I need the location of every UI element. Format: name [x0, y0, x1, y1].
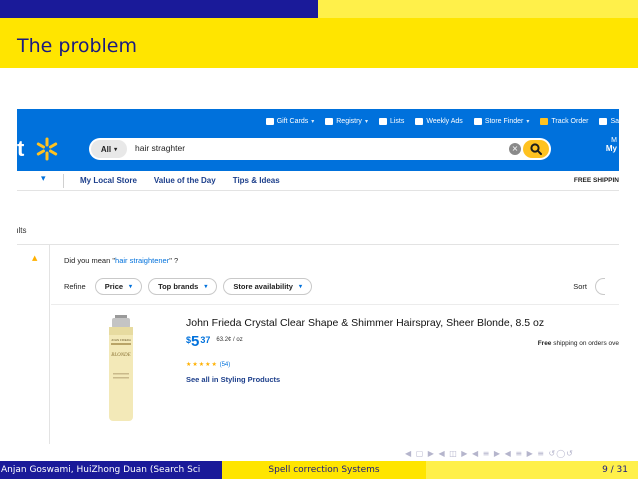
walmart-spark-icon[interactable]: [34, 136, 60, 162]
collapse-chevron-icon[interactable]: ▲: [32, 254, 37, 262]
search-bar: All ▾ hair straghter ×: [89, 138, 551, 160]
store-finder-link[interactable]: Store Finder ▾: [473, 117, 529, 125]
department-dropdown[interactable]: All ▾: [91, 140, 127, 158]
registry-icon: [325, 117, 334, 125]
product-divider: [51, 304, 619, 305]
product-title[interactable]: John Frieda Crystal Clear Shape & Shimme…: [186, 317, 544, 329]
chevron-down-icon: ▾: [204, 284, 208, 290]
nav-my-local-store[interactable]: My Local Store: [80, 176, 137, 185]
weekly-ads-link[interactable]: Weekly Ads: [415, 117, 463, 125]
top-brands-filter[interactable]: Top brands ▾: [148, 278, 218, 295]
store-availability-filter[interactable]: Store availability ▾: [223, 278, 312, 295]
sort-label: Sort: [573, 282, 587, 291]
sort-dropdown[interactable]: [595, 278, 605, 295]
list-icon: [378, 117, 387, 125]
see-all-link[interactable]: See all in Styling Products: [186, 375, 280, 384]
product-price: $ 5 37 63.2¢ / oz: [186, 333, 243, 350]
footer-page-number: 9 / 31: [426, 461, 638, 479]
slide-footer: Anjan Goswami, HuiZhong Duan (Search Sci…: [0, 461, 638, 479]
store-icon: [599, 117, 608, 125]
product-rating[interactable]: ★★★★★ (54): [186, 361, 230, 368]
search-input[interactable]: hair straghter: [135, 143, 185, 153]
product-can-label: BLONDE: [111, 353, 130, 358]
slide-title-bar: The problem: [0, 18, 638, 68]
chevron-down-icon: ▾: [298, 284, 302, 290]
nav-tips-and-ideas[interactable]: Tips & Ideas: [233, 176, 280, 185]
nav-divider: [63, 174, 64, 188]
header-navy-block: [0, 0, 318, 18]
gift-card-icon: [265, 117, 274, 125]
price-filter[interactable]: Price ▾: [94, 278, 143, 295]
walmart-screenshot: t Gift Cards ▾ Registry ▾ Lists Weekly Ads…: [17, 109, 619, 445]
beamer-navigation-symbols[interactable]: ◀ ▢ ▶ ◀ ◫ ▶ ◀ ≡ ▶ ◀ ≡ ▶ ≡ ↺◯↺: [405, 449, 574, 459]
sort-control[interactable]: Sort: [573, 278, 605, 295]
location-pin-icon: [473, 117, 482, 125]
registry-link[interactable]: Registry ▾: [325, 117, 368, 125]
footer-authors: Anjan Goswami, HuiZhong Duan (Search Sci: [0, 461, 222, 479]
nav-links: My Local Store Value of the Day Tips & I…: [80, 176, 280, 185]
header-top-links: Gift Cards ▾ Registry ▾ Lists Weekly Ads S…: [265, 114, 619, 128]
refine-bar: Refine Price ▾ Top brands ▾ Store availabi…: [64, 278, 312, 295]
clear-search-button[interactable]: ×: [509, 143, 521, 155]
spelling-suggestion-link[interactable]: hair straightener: [115, 256, 169, 265]
results-divider: [17, 244, 619, 245]
search-icon: [530, 143, 542, 155]
product-brand-text: JOHN FRIEDA: [111, 338, 131, 342]
gift-cards-link[interactable]: Gift Cards ▾: [265, 117, 314, 125]
departments-chevron-icon[interactable]: ▾: [41, 174, 46, 184]
footer-title: Spell correction Systems: [222, 461, 426, 479]
refine-label: Refine: [64, 282, 86, 291]
chevron-down-icon: ▾: [129, 284, 133, 290]
review-count: (54): [219, 362, 231, 368]
lists-link[interactable]: Lists: [378, 117, 404, 125]
walmart-header: t Gift Cards ▾ Registry ▾ Lists Weekly Ads…: [17, 109, 619, 171]
secondary-nav: ▾ My Local Store Value of the Day Tips &…: [17, 171, 619, 191]
unit-price: 63.2¢ / oz: [216, 337, 243, 343]
nav-value-of-the-day[interactable]: Value of the Day: [154, 176, 216, 185]
chevron-down-icon: ▾: [114, 146, 118, 153]
weekly-ads-icon: [415, 117, 424, 125]
filter-sidebar: ▲: [17, 244, 50, 444]
free-shipping-note: Free shipping on orders ove: [537, 340, 619, 347]
results-label: ults: [17, 226, 27, 235]
track-order-link[interactable]: Track Order: [540, 117, 588, 125]
track-order-icon: [540, 117, 549, 125]
search-button[interactable]: [523, 140, 549, 158]
beamer-header-strip: [0, 0, 638, 18]
product-image[interactable]: JOHN FRIEDA BLONDE: [105, 315, 137, 423]
account-menu[interactable]: M My: [606, 137, 617, 153]
header-gold-block: [318, 0, 638, 18]
did-you-mean: Did you mean "hair straightener" ?: [64, 256, 179, 265]
store-link[interactable]: Sa: [599, 117, 619, 125]
walmart-logo-text[interactable]: t: [17, 136, 24, 162]
slide-title: The problem: [17, 35, 137, 57]
free-shipping-banner[interactable]: FREE SHIPPIN: [574, 177, 619, 184]
star-rating-icon: ★★★★★: [186, 362, 218, 368]
